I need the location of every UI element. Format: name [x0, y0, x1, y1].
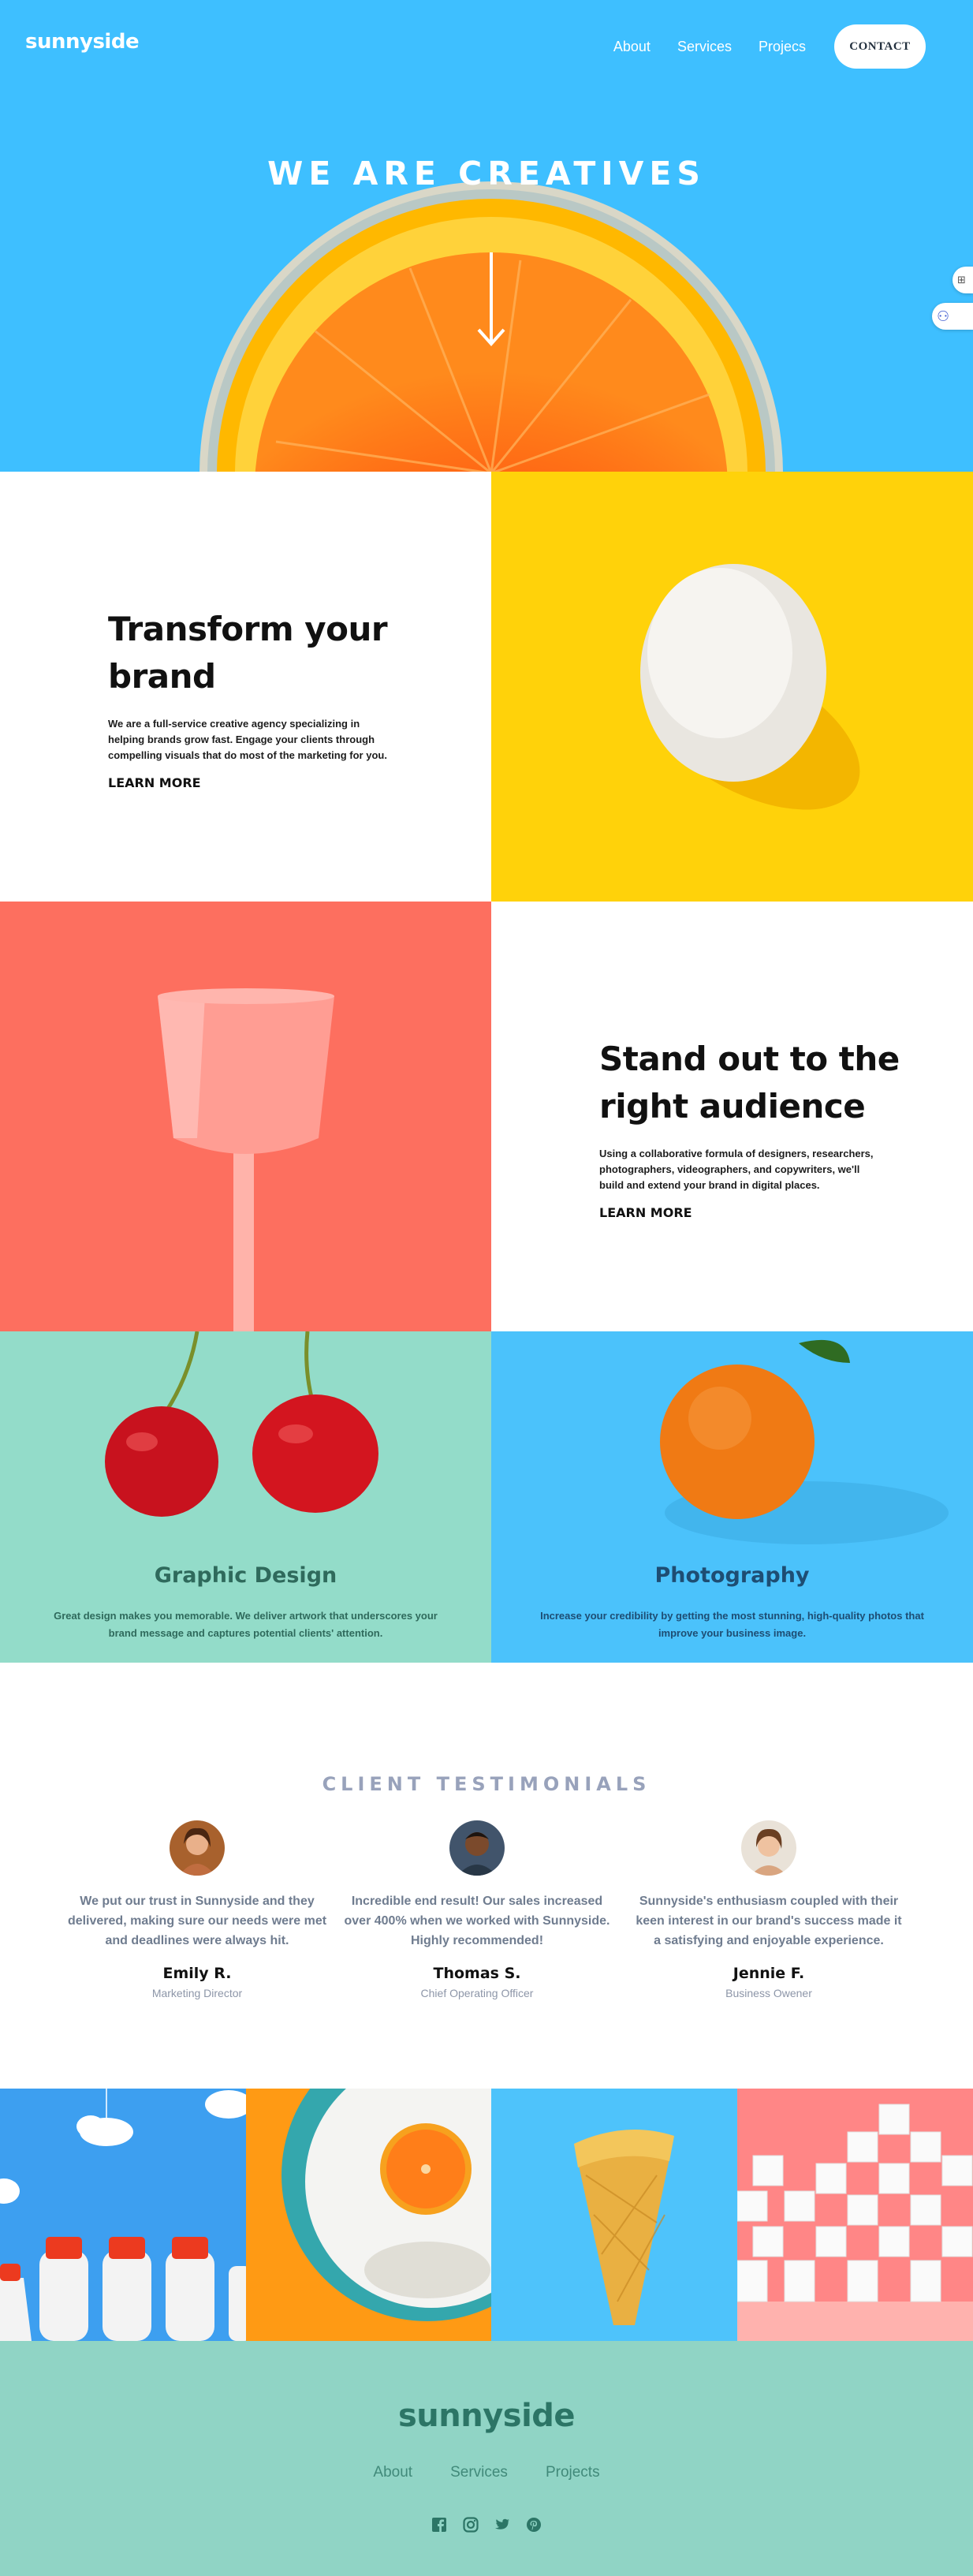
footer-logo[interactable]: sunnyside [0, 2398, 973, 2434]
testimonial-quote: We put our trust in Sunnyside and they d… [67, 1895, 327, 1947]
side-widget-grid[interactable]: ⊞ [952, 267, 973, 293]
service-title: Photography [654, 1563, 810, 1588]
contact-button[interactable]: CONTACT [834, 24, 926, 69]
testimonial-quote: Sunnyside's enthusiasm coupled with thei… [636, 1895, 902, 1947]
hero-orange-illustration [199, 181, 783, 472]
testimonial-quote: Incredible end result! Our sales increas… [344, 1895, 610, 1947]
gallery-image-orange-plate [246, 2089, 491, 2341]
egg-image [491, 472, 973, 902]
service-photography: Photography Increase your credibility by… [491, 1331, 973, 1663]
arrow-down-icon[interactable] [476, 251, 506, 347]
feature-transform-text: Transform your brand We are a full-servic… [0, 472, 491, 902]
testimonial-role: Chief Operating Officer [420, 1987, 534, 1999]
gallery-image-sugar-cubes [737, 2089, 973, 2341]
testimonial-role: Business Owener [725, 1987, 812, 1999]
footer-nav: About Services Projects [0, 2464, 973, 2481]
testimonial-card: Sunnyside's enthusiasm coupled with thei… [631, 1820, 907, 1999]
gallery-image-ice-cream-cone [491, 2089, 737, 2341]
social-links [0, 2516, 973, 2533]
service-graphic-design: Graphic Design Great design makes you me… [0, 1331, 491, 1663]
avatar [170, 1820, 225, 1876]
feature-audience-text: Stand out to the right audience Using a c… [491, 902, 973, 1331]
services-section: Graphic Design Great design makes you me… [0, 1331, 973, 1663]
feature-audience-title: Stand out to the right audience [599, 1040, 900, 1126]
testimonial-name: Jennie F. [733, 1965, 805, 1982]
gallery-section [0, 2089, 973, 2341]
facebook-icon[interactable] [431, 2516, 448, 2533]
hero-section: sunnyside About Services Projecs CONTACT… [0, 0, 973, 472]
testimonial-name: Thomas S. [433, 1965, 521, 1982]
side-widget-assistant[interactable]: ⚇ [932, 303, 973, 330]
testimonials-title: CLIENT TESTIMONIALS [322, 1773, 651, 1795]
footer-link-projects[interactable]: Projects [546, 2464, 600, 2481]
egg-illustration [640, 564, 860, 810]
footer-link-services[interactable]: Services [450, 2464, 508, 2481]
site-logo[interactable]: sunnyside [25, 30, 140, 54]
nav-link-services[interactable]: Services [677, 39, 732, 55]
testimonial-name: Emily R. [162, 1965, 232, 1982]
avatar [741, 1820, 796, 1876]
service-body: Increase your credibility by getting the… [540, 1610, 924, 1639]
nav-link-projects[interactable]: Projecs [759, 39, 806, 55]
feature-audience-body: Using a collaborative formula of designe… [599, 1148, 874, 1191]
testimonial-card: We put our trust in Sunnyside and they d… [59, 1820, 335, 1999]
testimonials-section: CLIENT TESTIMONIALS We put our trust in … [0, 1663, 973, 2089]
glass-illustration [158, 988, 334, 1331]
feature-transform-body: We are a full-service creative agency sp… [108, 718, 387, 761]
learn-more-link[interactable]: LEARN MORE [598, 1205, 694, 1220]
pinterest-icon[interactable] [525, 2516, 542, 2533]
gallery-image-milk-bottles [0, 2089, 246, 2341]
instagram-icon[interactable] [462, 2516, 479, 2533]
hero-title: WE ARE CREATIVES [267, 155, 706, 192]
testimonial-card: Incredible end result! Our sales increas… [339, 1820, 615, 1999]
service-body: Great design makes you memorable. We del… [54, 1610, 438, 1639]
twitter-icon[interactable] [494, 2516, 511, 2533]
feature-audience: Stand out to the right audience Using a c… [0, 902, 973, 1331]
nav-link-about[interactable]: About [613, 39, 651, 55]
service-title: Graphic Design [154, 1563, 337, 1588]
feature-transform: Transform your brand We are a full-servic… [0, 472, 973, 902]
site-footer: sunnyside About Services Projects [0, 2341, 973, 2576]
main-nav: About Services Projecs CONTACT [587, 24, 926, 69]
glass-image [0, 902, 491, 1331]
feature-transform-title: Transform your brand [108, 610, 388, 696]
footer-link-about[interactable]: About [373, 2464, 412, 2481]
learn-more-link[interactable]: LEARN MORE [106, 775, 203, 790]
testimonial-role: Marketing Director [151, 1987, 243, 1999]
avatar [449, 1820, 505, 1876]
assistant-icon: ⚇ [937, 308, 950, 325]
